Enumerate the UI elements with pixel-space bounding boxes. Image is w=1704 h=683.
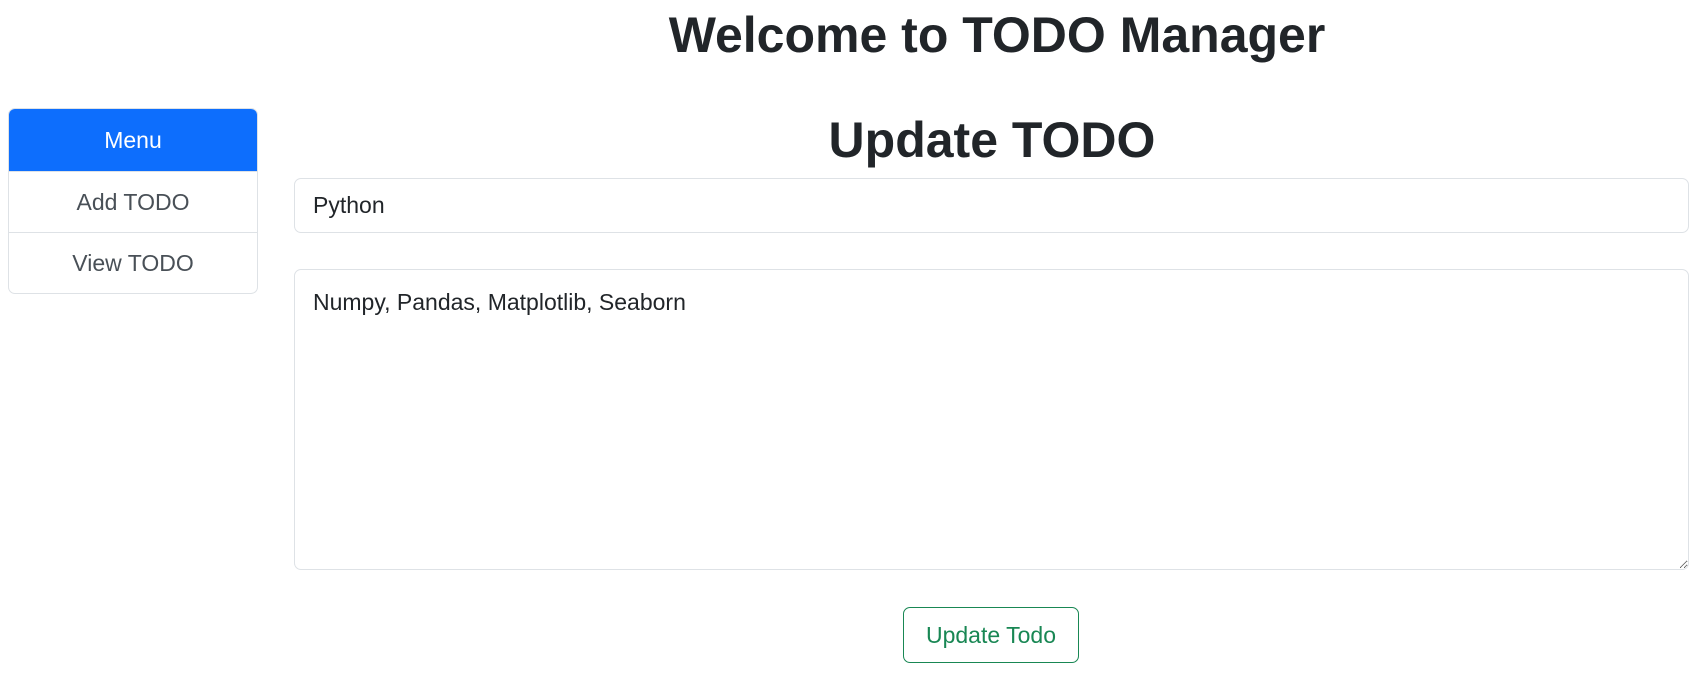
- update-todo-button[interactable]: Update Todo: [903, 607, 1079, 663]
- sidebar-menu: Menu Add TODO View TODO: [8, 108, 258, 294]
- sidebar-item-menu[interactable]: Menu: [9, 109, 257, 171]
- sidebar-item-view-todo[interactable]: View TODO: [9, 232, 257, 293]
- form-title: Update TODO: [828, 112, 1156, 168]
- sidebar-item-add-todo[interactable]: Add TODO: [9, 171, 257, 232]
- todo-description-textarea[interactable]: Numpy, Pandas, Matplotlib, Seaborn: [294, 269, 1689, 570]
- page-title: Welcome to TODO Manager: [668, 7, 1326, 63]
- todo-title-input[interactable]: [294, 178, 1689, 233]
